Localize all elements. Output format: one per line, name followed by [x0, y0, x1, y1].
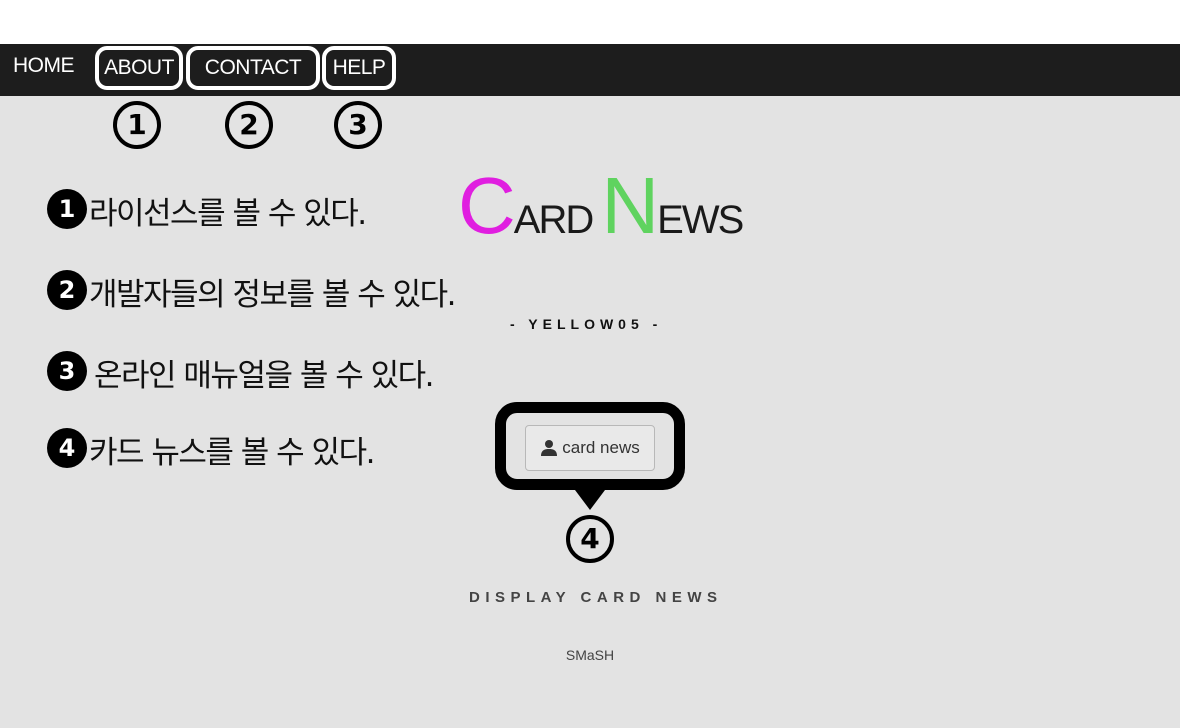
feature-text-1: 라이선스를 볼 수 있다. — [89, 196, 367, 232]
nav-help-link[interactable]: HELP — [322, 46, 396, 90]
brand-word-ews: EWS — [657, 198, 744, 242]
feature-number-2: 2 — [47, 270, 87, 310]
user-icon — [541, 440, 558, 456]
display-card-news-title: DISPLAY CARD NEWS — [469, 589, 723, 606]
feature-number-1: 1 — [47, 189, 87, 229]
nav-about-label: ABOUT — [104, 56, 174, 79]
feature-number-3: 3 — [47, 351, 87, 391]
annotation-marker-1: 1 — [113, 101, 161, 149]
brand-letter-c: C — [458, 161, 516, 250]
subtitle-yellow05: - YELLOW05 - — [510, 316, 663, 332]
footer-text: SMaSH — [565, 647, 615, 663]
feature-text-2: 개발자들의 정보를 볼 수 있다. — [89, 277, 457, 313]
nav-home-link[interactable]: HOME — [13, 52, 75, 80]
nav-about-link[interactable]: ABOUT — [95, 46, 183, 90]
card-news-button-label: card news — [562, 438, 640, 457]
annotation-marker-3: 3 — [334, 101, 382, 149]
annotation-marker-2: 2 — [225, 101, 273, 149]
feature-text-4: 카드 뉴스를 볼 수 있다. — [89, 435, 375, 471]
brand-word-ard: ARD — [513, 198, 594, 242]
annotation-marker-4: 4 — [566, 515, 614, 563]
brand-logo: CARD NEWS — [458, 160, 744, 250]
nav-contact-label: CONTACT — [204, 56, 302, 79]
annotation-bubble-tail — [572, 486, 608, 510]
nav-contact-link[interactable]: CONTACT — [186, 46, 320, 90]
feature-text-3: 온라인 매뉴얼을 볼 수 있다. — [94, 358, 435, 394]
nav-help-label: HELP — [332, 56, 386, 79]
feature-number-4: 4 — [47, 428, 87, 468]
brand-letter-n: N — [601, 161, 659, 250]
top-whitespace — [0, 0, 1180, 44]
card-news-button[interactable]: card news — [525, 425, 655, 471]
